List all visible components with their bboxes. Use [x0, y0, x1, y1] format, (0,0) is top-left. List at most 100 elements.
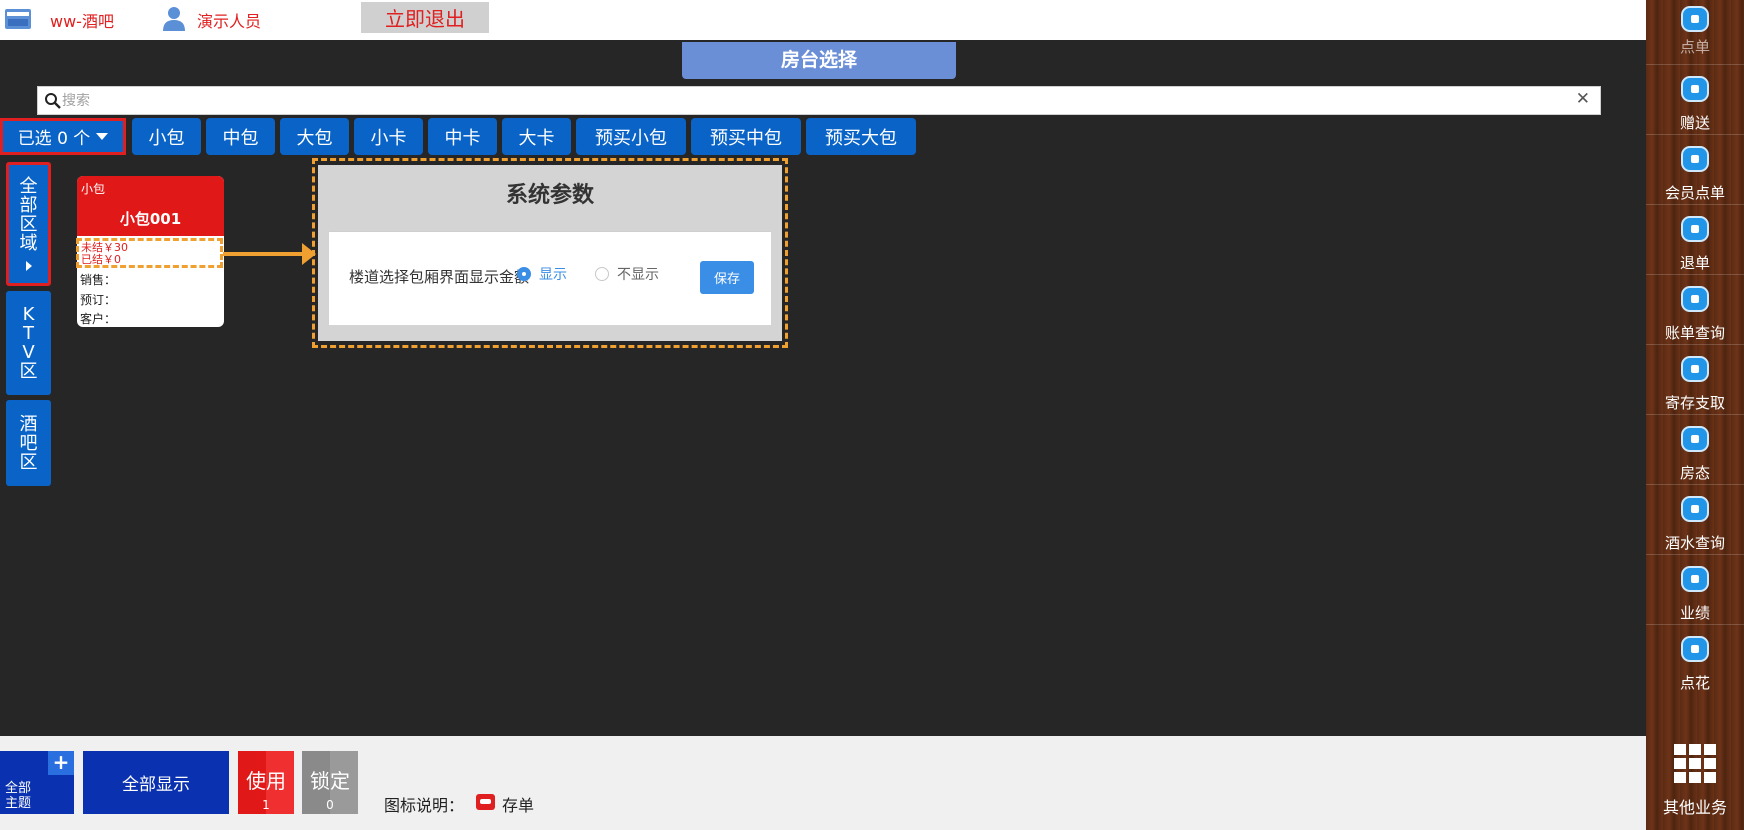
icon-legend-label: 图标说明： [384, 796, 465, 815]
divider [1646, 344, 1744, 345]
divider [1646, 414, 1744, 415]
refund-icon [1681, 216, 1709, 242]
sidebar-item-label: 房态 [1679, 464, 1710, 482]
deposit-label: 存单 [502, 796, 535, 815]
dialog-title: 系统参数 [505, 183, 594, 208]
room-type-label: 小包 [81, 182, 106, 196]
sidebar-item-label: 业绩 [1679, 604, 1710, 622]
sidebar-item-refund[interactable]: 退单 [1646, 210, 1744, 280]
caret-down-icon [96, 133, 109, 140]
search-input[interactable] [62, 89, 1562, 113]
theme-label: 全部 主题 [5, 781, 31, 811]
list-icon [1681, 496, 1709, 522]
type-tab-large-booth[interactable]: 大卡 [502, 118, 571, 155]
sidebar-item-gift[interactable]: 赠送 [1646, 70, 1744, 140]
clear-icon[interactable]: ✕ [1576, 89, 1590, 109]
bill-icon [1681, 286, 1709, 312]
in-use-status[interactable]: 使用 1 [238, 751, 294, 814]
gift-icon [1681, 76, 1709, 102]
dialog-body: 楼道选择包厢界面显示金额 显示 不显示 保存 [329, 231, 771, 325]
divider [1646, 64, 1744, 65]
type-tab-prebuy-large-room[interactable]: 预买大包 [806, 118, 916, 155]
sidebar-item-drink-query[interactable]: 酒水查询 [1646, 490, 1744, 560]
divider [1646, 274, 1744, 275]
area-tab-bar[interactable]: 酒 吧 区 [6, 400, 51, 486]
area-char: 区 [19, 214, 38, 235]
radio-hide[interactable] [595, 267, 609, 281]
area-tab-all[interactable]: 全 部 区 域 [6, 162, 51, 286]
sidebar-item-bill-query[interactable]: 账单查询 [1646, 280, 1744, 350]
sidebar-item-member-order[interactable]: 会员点单 [1646, 140, 1744, 210]
sidebar-item-label: 会员点单 [1664, 184, 1725, 202]
divider [1646, 484, 1744, 485]
area-tab-ktv[interactable]: K T V 区 [6, 291, 51, 395]
sidebar-item-storage[interactable]: 寄存支取 [1646, 350, 1744, 420]
user-icon [163, 7, 185, 31]
deposit-icon [476, 794, 495, 810]
area-char: K [22, 304, 35, 325]
type-tab-prebuy-medium-room[interactable]: 预买中包 [691, 118, 801, 155]
top-bar: ww-酒吧 演示人员 立即退出 [0, 0, 1646, 40]
bottom-bar: + 全部 主题 全部显示 使用 1 锁定 0 图标说明： 存单 [0, 736, 1646, 830]
area-char: 区 [19, 361, 38, 382]
sidebar-item-label: 寄存支取 [1664, 394, 1725, 412]
exit-button[interactable]: 立即退出 [361, 2, 489, 33]
sidebar-item-flowers[interactable]: 点花 [1646, 630, 1744, 700]
theme-label-line1: 全部 [5, 781, 32, 796]
locked-count: 0 [326, 798, 334, 812]
reserve-label: 预订： [80, 293, 117, 307]
caret-right-icon [25, 261, 32, 271]
sidebar-item-performance[interactable]: 业绩 [1646, 560, 1744, 630]
store-name: ww-酒吧 [50, 12, 114, 31]
selected-count-label: 已选 0 个 [17, 129, 91, 149]
order-icon [1681, 6, 1709, 32]
sidebar-item-order[interactable]: 点单 [1646, 0, 1744, 70]
type-tab-prebuy-small-room[interactable]: 预买小包 [576, 118, 686, 155]
show-all-button[interactable]: 全部显示 [83, 751, 229, 814]
locked-status[interactable]: 锁定 0 [302, 751, 358, 814]
sidebar-item-label: 酒水查询 [1664, 534, 1725, 552]
sidebar-item-label: 赠送 [1679, 114, 1710, 132]
room-name: 小包001 [119, 210, 182, 228]
member-icon [1681, 146, 1709, 172]
save-button[interactable]: 保存 [700, 261, 754, 294]
area-char: 酒 [19, 413, 38, 435]
type-tab-medium-booth[interactable]: 中卡 [428, 118, 497, 155]
in-use-count: 1 [262, 798, 270, 812]
page-title: 房台选择 [682, 42, 956, 79]
area-char: 部 [19, 195, 38, 216]
store-icon [5, 9, 31, 29]
sidebar-item-room-status[interactable]: 房态 [1646, 420, 1744, 490]
area-char: 全 [19, 176, 38, 197]
other-business-button[interactable]: 其他业务 [1646, 736, 1744, 830]
download-icon [1681, 356, 1709, 382]
type-tab-small-booth[interactable]: 小卡 [354, 118, 423, 155]
area-char: T [23, 323, 34, 344]
pie-chart-icon [1681, 566, 1709, 592]
sidebar-item-label: 账单查询 [1664, 324, 1725, 342]
type-tab-medium-room[interactable]: 中包 [206, 118, 275, 155]
area-char: 吧 [19, 432, 38, 454]
radio-hide-label[interactable]: 不显示 [617, 264, 659, 284]
param-label: 楼道选择包厢界面显示金额 [349, 268, 530, 286]
type-tab-small-room[interactable]: 小包 [132, 118, 201, 155]
all-themes-button[interactable]: + 全部 主题 [0, 751, 74, 814]
search-bar: ✕ [37, 86, 1601, 115]
search-icon [45, 93, 61, 109]
radio-show[interactable] [517, 267, 531, 281]
grid-list-icon [1681, 426, 1709, 452]
apps-grid-icon [1674, 744, 1720, 786]
flower-icon [1681, 636, 1709, 662]
selected-dropdown[interactable]: 已选 0 个 [0, 118, 126, 155]
divider [1646, 204, 1744, 205]
room-type-tabs: 小包 中包 大包 小卡 中卡 大卡 预买小包 预买中包 预买大包 [132, 118, 916, 155]
system-params-dialog: 系统参数 楼道选择包厢界面显示金额 显示 不显示 保存 [318, 165, 782, 341]
type-tab-large-room[interactable]: 大包 [280, 118, 349, 155]
plus-icon[interactable]: + [48, 751, 74, 775]
sales-label: 销售： [80, 273, 117, 287]
customer-label: 客户： [80, 312, 117, 326]
radio-show-label[interactable]: 显示 [539, 264, 567, 284]
amount-highlight [76, 238, 223, 268]
right-sidebar: 点单 赠送 会员点单 退单 账单查询 寄存支取 房态 酒水查询 业绩 点花 其他… [1646, 0, 1744, 830]
locked-label: 锁定 [310, 769, 350, 793]
